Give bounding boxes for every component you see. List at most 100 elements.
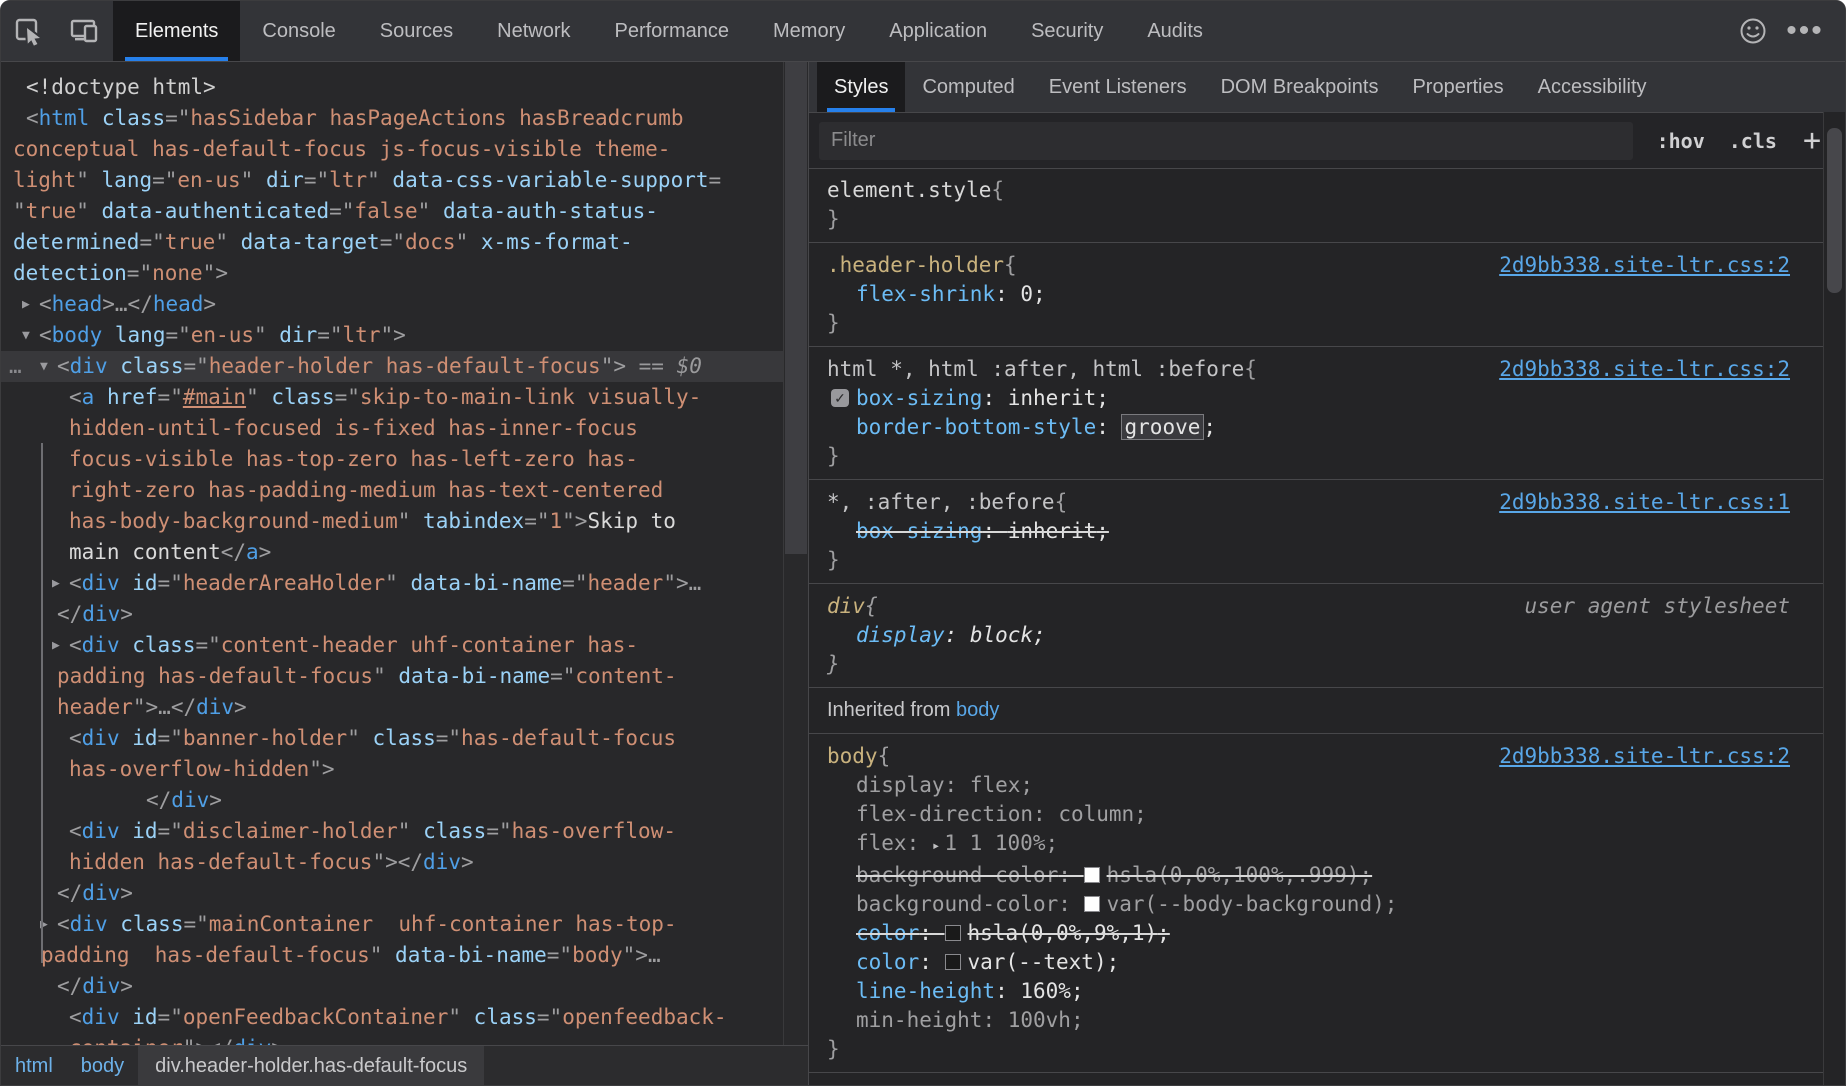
tab-sources[interactable]: Sources xyxy=(358,1,475,61)
css-property[interactable]: background-color: var(--body-background)… xyxy=(827,890,1790,919)
breadcrumb-item-html[interactable]: html xyxy=(1,1046,67,1086)
dom-tree-line[interactable]: "true" data-authenticated="false" data-a… xyxy=(1,196,783,227)
css-property[interactable]: color: var(--text); xyxy=(827,948,1790,977)
css-selector[interactable]: div xyxy=(827,592,865,621)
stylesheet-source-link[interactable]: 2d9bb338.site-ltr.css:2 xyxy=(1479,355,1790,384)
dom-tree-line[interactable]: ▶<div class="mainContainer uhf-container… xyxy=(1,909,783,940)
sidebar-tab-computed[interactable]: Computed xyxy=(905,62,1031,112)
dom-tree-line[interactable]: light" lang="en-us" dir="ltr" data-css-v… xyxy=(1,165,783,196)
tab-application[interactable]: Application xyxy=(867,1,1009,61)
dom-tree-line[interactable]: <html class="hasSidebar hasPageActions h… xyxy=(1,103,783,134)
color-swatch[interactable] xyxy=(945,925,961,941)
css-property[interactable]: background-color: hsla(0,0%,100%,.999); xyxy=(827,861,1790,890)
dom-tree-line[interactable]: <div id="openFeedbackContainer" class="o… xyxy=(1,1002,783,1033)
dom-tree-line[interactable]: has-body-background-medium" tabindex="1"… xyxy=(1,506,783,537)
color-swatch[interactable] xyxy=(945,954,961,970)
tab-network[interactable]: Network xyxy=(475,1,592,61)
more-options-icon[interactable]: ••• xyxy=(1779,21,1831,41)
attribute-value-link[interactable]: #main xyxy=(183,385,246,409)
dom-tree-line[interactable]: hidden-until-focused is-fixed has-inner-… xyxy=(1,413,783,444)
css-property[interactable]: ✓box-sizing: inherit; xyxy=(827,384,1790,413)
stylesheet-source-link[interactable]: 2d9bb338.site-ltr.css:2 xyxy=(1479,1081,1790,1086)
property-enabled-checkbox[interactable]: ✓ xyxy=(831,389,849,407)
dom-tree-line[interactable]: ▶<head>…</head> xyxy=(1,289,783,320)
dom-tree-line[interactable]: header">…</div> xyxy=(1,692,783,723)
dom-tree-scrollbar-thumb[interactable] xyxy=(785,62,807,554)
stylesheet-source-link[interactable]: 2d9bb338.site-ltr.css:2 xyxy=(1479,742,1790,771)
dom-tree-line[interactable]: <a href="#main" class="skip-to-main-link… xyxy=(1,382,783,413)
dom-tree-line[interactable]: ▶<div id="headerAreaHolder" data-bi-name… xyxy=(1,568,783,599)
color-swatch[interactable] xyxy=(1084,896,1100,912)
dom-tree-line[interactable]: focus-visible has-top-zero has-left-zero… xyxy=(1,444,783,475)
dom-tree-line[interactable]: hidden has-default-focus"></div> xyxy=(1,847,783,878)
tab-performance[interactable]: Performance xyxy=(593,1,752,61)
css-property[interactable]: border-bottom-style: groove; xyxy=(827,413,1790,442)
dom-tree-line[interactable]: ▼<body lang="en-us" dir="ltr"> xyxy=(1,320,783,351)
css-property[interactable]: flex-direction: column; xyxy=(827,800,1790,829)
dom-tree-line[interactable]: right-zero has-padding-medium has-text-c… xyxy=(1,475,783,506)
element-classes-button[interactable]: .cls xyxy=(1729,129,1777,153)
dom-tree-line[interactable]: </div> xyxy=(1,971,783,1002)
dom-tree-line[interactable]: </div> xyxy=(1,878,783,909)
inherited-node-link[interactable]: body xyxy=(956,699,999,721)
expand-arrow-closed-icon[interactable]: ▶ xyxy=(52,630,60,661)
expand-arrow-closed-icon[interactable]: ▶ xyxy=(22,289,30,320)
color-swatch[interactable] xyxy=(1084,867,1100,883)
css-selector[interactable]: body, html xyxy=(827,1081,953,1086)
dom-tree-line[interactable]: determined="true" data-target="docs" x-m… xyxy=(1,227,783,258)
css-property[interactable]: box-sizing: inherit; xyxy=(827,517,1790,546)
tab-console[interactable]: Console xyxy=(240,1,357,61)
css-property[interactable]: flex: ▸1 1 100%; xyxy=(827,829,1790,861)
css-property[interactable]: display: flex; xyxy=(827,771,1790,800)
expand-arrow-open-icon[interactable]: ▼ xyxy=(40,351,48,382)
expand-shorthand-icon[interactable]: ▸ xyxy=(932,838,940,854)
styles-filter-input[interactable] xyxy=(819,122,1633,160)
dom-tree-line[interactable]: <div id="banner-holder" class="has-defau… xyxy=(1,723,783,754)
dom-tree-line[interactable]: conceptual has-default-focus js-focus-vi… xyxy=(1,134,783,165)
breadcrumb-item-div[interactable]: div.header-holder.has-default-focus xyxy=(138,1046,484,1086)
expand-arrow-open-icon[interactable]: ▼ xyxy=(22,320,30,351)
tab-security[interactable]: Security xyxy=(1009,1,1125,61)
selected-dom-node[interactable]: …▼<div class="header-holder has-default-… xyxy=(1,351,783,382)
css-selector[interactable]: body xyxy=(827,742,878,771)
dom-tree-scrollbar[interactable] xyxy=(783,62,808,1046)
css-selector[interactable]: html *, html :after, html :before xyxy=(827,355,1244,384)
dom-tree-line[interactable]: detection="none"> xyxy=(1,258,783,289)
stylesheet-source-link[interactable]: 2d9bb338.site-ltr.css:1 xyxy=(1479,488,1790,517)
sidebar-tab-event-listeners[interactable]: Event Listeners xyxy=(1032,62,1204,112)
styles-scrollbar[interactable] xyxy=(1823,112,1845,1086)
sidebar-tab-properties[interactable]: Properties xyxy=(1395,62,1520,112)
dom-tree-line[interactable]: ▶<div class="content-header uhf-containe… xyxy=(1,630,783,661)
css-property[interactable]: color: hsla(0,0%,9%,1); xyxy=(827,919,1790,948)
tab-memory[interactable]: Memory xyxy=(751,1,867,61)
css-property[interactable]: min-height: 100vh; xyxy=(827,1006,1790,1035)
dom-tree-line[interactable]: <!doctype html> xyxy=(1,72,783,103)
sidebar-tab-styles[interactable]: Styles xyxy=(817,62,905,112)
dom-tree-line[interactable]: has-overflow-hidden"> xyxy=(1,754,783,785)
dom-tree-line[interactable]: <div id="disclaimer-holder" class="has-o… xyxy=(1,816,783,847)
styles-scrollbar-thumb[interactable] xyxy=(1827,128,1842,293)
inspect-element-icon[interactable] xyxy=(1,1,57,61)
feedback-smiley-icon[interactable] xyxy=(1727,16,1779,46)
device-toolbar-icon[interactable] xyxy=(57,1,113,61)
dom-tree-line[interactable]: padding has-default-focus" data-bi-name=… xyxy=(1,940,783,971)
css-property[interactable]: line-height: 160%; xyxy=(827,977,1790,1006)
closing-brace: } xyxy=(827,205,1790,234)
dom-tree-line[interactable]: main content</a> xyxy=(1,537,783,568)
css-selector[interactable]: element.style xyxy=(827,176,991,205)
sidebar-tab-dom-breakpoints[interactable]: DOM Breakpoints xyxy=(1204,62,1396,112)
dom-tree-line[interactable]: </div> xyxy=(1,599,783,630)
stylesheet-source-link[interactable]: 2d9bb338.site-ltr.css:2 xyxy=(1479,251,1790,280)
css-selector[interactable]: .header-holder xyxy=(827,251,1004,280)
tab-elements[interactable]: Elements xyxy=(113,1,240,61)
dom-tree-line[interactable]: padding has-default-focus" data-bi-name=… xyxy=(1,661,783,692)
expand-arrow-closed-icon[interactable]: ▶ xyxy=(52,568,60,599)
breadcrumb-item-body[interactable]: body xyxy=(67,1046,138,1086)
toggle-element-state-button[interactable]: :hov xyxy=(1657,129,1705,153)
css-selector[interactable]: *, :after, :before xyxy=(827,488,1055,517)
dom-tree-line[interactable]: </div> xyxy=(1,785,783,816)
tab-audits[interactable]: Audits xyxy=(1125,1,1225,61)
css-property[interactable]: display: block; xyxy=(827,621,1790,650)
sidebar-tab-accessibility[interactable]: Accessibility xyxy=(1521,62,1664,112)
css-property[interactable]: flex-shrink: 0; xyxy=(827,280,1790,309)
